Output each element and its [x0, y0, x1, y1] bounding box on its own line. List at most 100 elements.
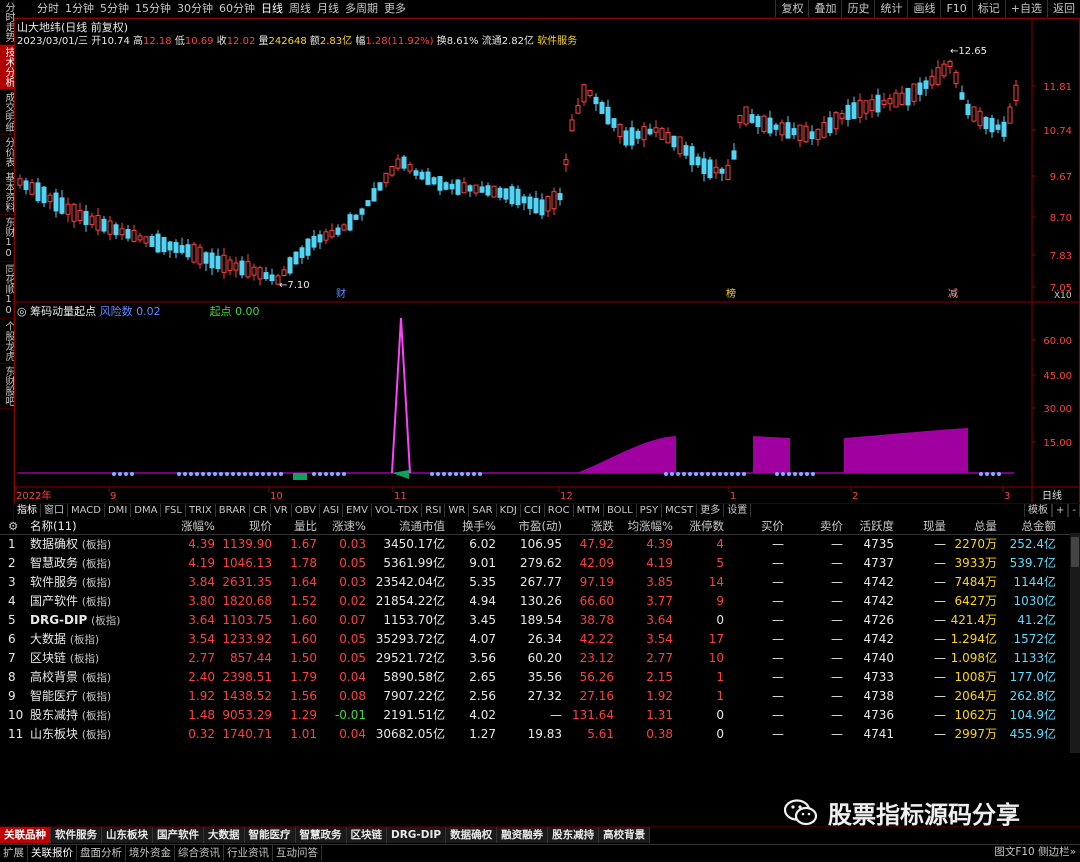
sector-tab-5[interactable]: 智能医疗 [244, 827, 296, 843]
left-tab-3[interactable]: 分价表 [0, 135, 14, 170]
col-header-5[interactable]: 流通市值 [368, 518, 445, 535]
sector-tab-6[interactable]: 智慧政务 [295, 827, 347, 843]
period-tab-3[interactable]: 15分钟 [132, 2, 174, 16]
settings-gear-icon[interactable]: ⚙ [8, 518, 18, 535]
sector-tab-1[interactable]: 软件服务 [51, 827, 102, 843]
func-tab-1[interactable]: 关联报价 [28, 845, 77, 861]
col-header-7[interactable]: 市盈(动) [498, 518, 562, 535]
table-scrollbar[interactable] [1070, 533, 1080, 753]
period-tab-5[interactable]: 60分钟 [216, 2, 258, 16]
table-row[interactable]: 1 数据确权 (板指) 4.39 1139.90 1.67 0.03 3450.17亿 6.0… [0, 535, 1080, 554]
sector-tab-7[interactable]: 区块链 [346, 827, 387, 843]
indicator-tab-25[interactable]: 设置 [724, 504, 752, 517]
col-header-0[interactable]: 名称(11) [30, 518, 160, 535]
sector-tab-10[interactable]: 融资融券 [497, 827, 549, 843]
table-row[interactable]: 2 智慧政务 (板指) 4.19 1046.13 1.78 0.05 5361.99亿 9.0… [0, 554, 1080, 573]
col-header-16[interactable]: 总金额 [999, 518, 1057, 535]
col-header-12[interactable]: 卖价 [787, 518, 843, 535]
col-header-2[interactable]: 现价 [217, 518, 272, 535]
kline-and-indicator-chart[interactable]: 11.8110.749.678.707.837.05X10←12.65←7.10… [14, 18, 1080, 504]
tool-tab-6[interactable]: 标记 [971, 0, 1005, 17]
tool-tab-5[interactable]: F10 [940, 0, 971, 17]
table-row[interactable]: 11 山东板块 (板指) 0.32 1740.71 1.01 0.04 30682.05亿 1… [0, 725, 1080, 744]
row-name[interactable]: 国产软件 (板指) [30, 592, 160, 612]
func-tab-6[interactable]: 互动问答 [273, 845, 322, 861]
left-tab-6[interactable]: 同花顺10 [0, 262, 14, 319]
func-tab-4[interactable]: 综合资讯 [175, 845, 224, 861]
indicator-tab-3[interactable]: DMI [105, 504, 132, 517]
row-name[interactable]: 高校背景 (板指) [30, 668, 160, 688]
sector-tab-3[interactable]: 国产软件 [153, 827, 204, 843]
period-tab-2[interactable]: 5分钟 [97, 2, 132, 16]
col-header-10[interactable]: 涨停数 [675, 518, 725, 535]
indicator-tab-14[interactable]: RSI [422, 504, 446, 517]
period-tab-1[interactable]: 1分钟 [62, 2, 97, 16]
table-row[interactable]: 5 DRG-DIP (板指) 3.64 1103.75 1.60 0.07 1153.70亿… [0, 611, 1080, 630]
tool-tab-0[interactable]: 复权 [775, 0, 808, 17]
func-tab-3[interactable]: 境外资金 [126, 845, 175, 861]
period-tab-10[interactable]: 更多 [381, 2, 409, 16]
col-header-11[interactable]: 买价 [728, 518, 784, 535]
left-tab-2[interactable]: 成交明细 [0, 90, 14, 135]
col-header-1[interactable]: 涨幅% [160, 518, 215, 535]
func-tab-2[interactable]: 盘面分析 [77, 845, 126, 861]
row-name[interactable]: 股东减持 (板指) [30, 706, 160, 726]
period-tab-8[interactable]: 月线 [314, 2, 342, 16]
tool-tab-2[interactable]: 历史 [841, 0, 874, 17]
indicator-tab-right-2[interactable]: - [1068, 504, 1080, 517]
scroll-thumb[interactable] [1071, 537, 1079, 567]
table-row[interactable]: 3 软件服务 (板指) 3.84 2631.35 1.64 0.03 23542.04亿 5.… [0, 573, 1080, 592]
sector-tab-4[interactable]: 大数据 [204, 827, 245, 843]
indicator-tab-4[interactable]: DMA [131, 504, 162, 517]
row-name[interactable]: DRG-DIP (板指) [30, 611, 160, 631]
col-header-4[interactable]: 涨速% [320, 518, 366, 535]
func-tab-0[interactable]: 扩展 [0, 845, 28, 861]
indicator-tab-19[interactable]: ROC [545, 504, 574, 517]
col-header-8[interactable]: 涨跌 [564, 518, 614, 535]
indicator-tab-10[interactable]: OBV [292, 504, 320, 517]
row-name[interactable]: 智慧政务 (板指) [30, 554, 160, 574]
table-row[interactable]: 6 大数据 (板指) 3.54 1233.92 1.60 0.05 35293.72亿 4.0… [0, 630, 1080, 649]
indicator-tab-9[interactable]: VR [271, 504, 292, 517]
indicator-tab-15[interactable]: WR [445, 504, 470, 517]
indicator-name[interactable]: 筹码动量起点 [30, 305, 96, 318]
left-tab-7[interactable]: 个股龙虎 [0, 319, 14, 364]
sector-tab-12[interactable]: 高校背景 [599, 827, 651, 843]
sector-tab-2[interactable]: 山东板块 [102, 827, 153, 843]
indicator-tab-24[interactable]: 更多 [697, 504, 725, 517]
row-name[interactable]: 山东板块 (板指) [30, 725, 160, 745]
indicator-tab-5[interactable]: FSL [161, 504, 186, 517]
row-name[interactable]: 软件服务 (板指) [30, 573, 160, 593]
indicator-tab-6[interactable]: TRIX [186, 504, 216, 517]
table-row[interactable]: 7 区块链 (板指) 2.77 857.44 1.50 0.05 29521.72亿 3.56… [0, 649, 1080, 668]
left-tab-0[interactable]: 分时走势 [0, 0, 14, 45]
period-tab-4[interactable]: 30分钟 [174, 2, 216, 16]
indicator-tab-8[interactable]: CR [250, 504, 271, 517]
table-row[interactable]: 4 国产软件 (板指) 3.80 1820.68 1.52 0.02 21854.22亿 4.… [0, 592, 1080, 611]
indicator-tab-2[interactable]: MACD [68, 504, 105, 517]
left-tab-1[interactable]: 技术分析 [0, 45, 14, 90]
row-name[interactable]: 大数据 (板指) [30, 630, 160, 650]
col-header-9[interactable]: 均涨幅% [616, 518, 673, 535]
tool-tab-3[interactable]: 统计 [874, 0, 907, 17]
tool-tab-8[interactable]: 返回 [1047, 0, 1080, 17]
indicator-tab-12[interactable]: EMV [343, 504, 372, 517]
indicator-tab-21[interactable]: BOLL [604, 504, 637, 517]
table-row[interactable]: 10 股东减持 (板指) 1.48 9053.29 1.29 -0.01 2191.51亿 4… [0, 706, 1080, 725]
sector-tab-11[interactable]: 股东减持 [548, 827, 600, 843]
indicator-tab-13[interactable]: VOL-TDX [372, 504, 423, 517]
table-row[interactable]: 9 智能医疗 (板指) 1.92 1438.52 1.56 0.08 7907.22亿 2.5… [0, 687, 1080, 706]
sector-tab-9[interactable]: 数据确权 [446, 827, 498, 843]
collapse-icon[interactable]: ◎ [17, 305, 27, 318]
period-tab-6[interactable]: 日线 [258, 2, 286, 16]
tool-tab-7[interactable]: +自选 [1004, 0, 1047, 17]
row-name[interactable]: 区块链 (板指) [30, 649, 160, 669]
indicator-tab-right-0[interactable]: 模板 [1024, 504, 1052, 517]
col-header-13[interactable]: 活跃度 [845, 518, 895, 535]
period-tab-0[interactable]: 分时 [34, 2, 62, 16]
indicator-tab-20[interactable]: MTM [574, 504, 604, 517]
indicator-tab-7[interactable]: BRAR [216, 504, 250, 517]
indicator-tab-right-1[interactable]: + [1052, 504, 1069, 517]
left-tab-8[interactable]: 东财股吧 [0, 364, 14, 409]
indicator-tab-18[interactable]: CCI [521, 504, 545, 517]
